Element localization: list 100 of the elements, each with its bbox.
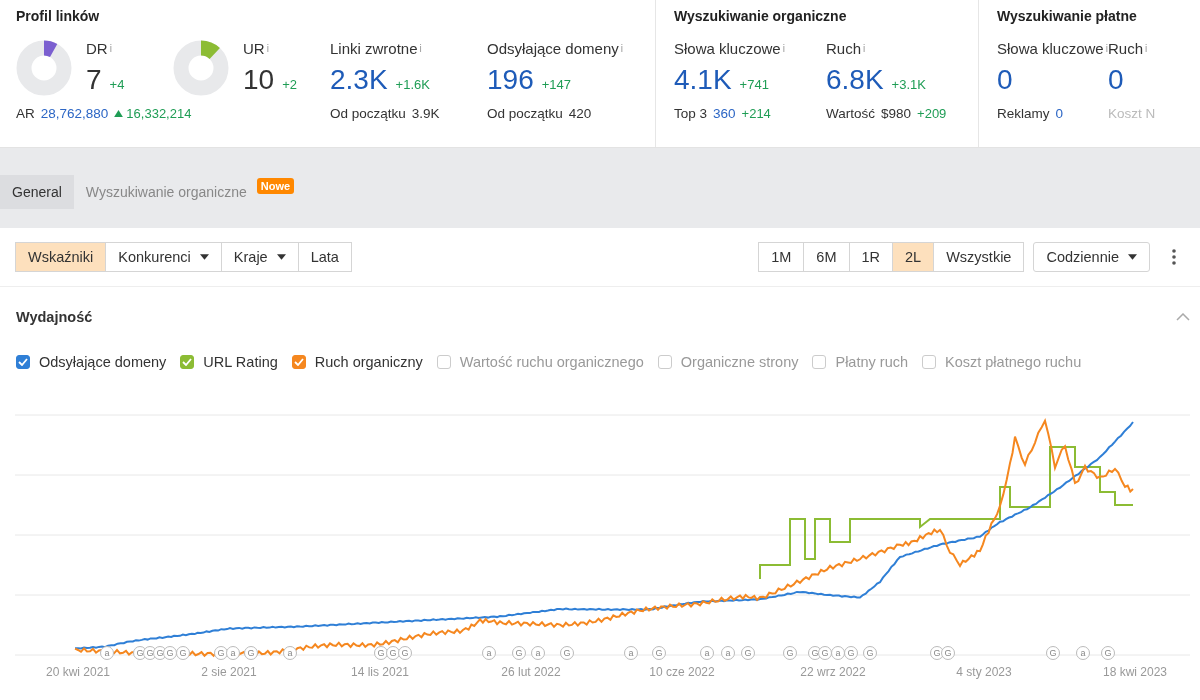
checkbox[interactable] (812, 355, 827, 369)
series-label[interactable]: Odsyłające domeny (39, 354, 167, 370)
metric-change: +1.6K (395, 77, 430, 92)
axis-label: 22 wrz 2022 (800, 665, 866, 679)
interval-dropdown[interactable]: Codziennie (1033, 242, 1150, 272)
event-marker[interactable]: a (1076, 646, 1090, 660)
info-mark[interactable]: i (782, 43, 785, 54)
sub-label: Od początku (330, 106, 406, 121)
metric-label: Słowa kluczowe (674, 40, 781, 57)
axis-label: 14 lis 2021 (351, 665, 409, 679)
event-marker[interactable]: G (1101, 646, 1115, 660)
event-marker[interactable]: G (560, 646, 574, 660)
event-marker[interactable]: G (163, 646, 177, 660)
checkbox[interactable] (922, 355, 936, 369)
tab[interactable]: Wyszukiwanie organiczne (73, 175, 259, 209)
sub-value: 420 (568, 106, 592, 121)
checkbox[interactable] (16, 355, 30, 369)
event-marker[interactable]: G (214, 646, 228, 660)
new-badge: Nowe (256, 177, 295, 194)
event-marker[interactable]: a (100, 646, 114, 660)
event-marker[interactable]: a (531, 646, 545, 660)
event-marker[interactable]: G (741, 646, 755, 660)
metric-change: +147 (541, 77, 571, 92)
info-mark[interactable]: i (419, 43, 422, 54)
sub-value[interactable]: 0 (1055, 106, 1064, 121)
metric-change: +4 (109, 77, 125, 92)
event-marker[interactable]: G (808, 646, 822, 660)
chevron-up-icon[interactable] (1176, 313, 1190, 321)
metric-value[interactable]: 196 (487, 64, 534, 96)
event-marker[interactable]: G (374, 646, 388, 660)
event-marker[interactable]: a (226, 646, 240, 660)
event-marker[interactable]: G (1046, 646, 1060, 660)
sub-value: 3.9K (411, 106, 440, 121)
sub-label: Reklamy (997, 106, 1050, 121)
event-marker[interactable]: G (941, 646, 955, 660)
event-marker[interactable]: a (831, 646, 845, 660)
more-icon[interactable] (1172, 249, 1176, 265)
event-marker[interactable]: G (652, 646, 666, 660)
metric-value[interactable]: 0 (997, 64, 1013, 96)
event-marker[interactable]: G (863, 646, 877, 660)
event-marker[interactable]: G (244, 646, 258, 660)
event-marker[interactable]: G (844, 646, 858, 660)
sub-change: 16,332,214 (126, 106, 192, 121)
axis-label: 10 cze 2022 (649, 665, 715, 679)
sub-change: +209 (917, 106, 947, 121)
metric-change: +2 (282, 77, 297, 92)
axis-label: 26 lut 2022 (501, 665, 561, 679)
event-marker[interactable]: a (283, 646, 297, 660)
event-marker[interactable]: G (143, 646, 157, 660)
series-label[interactable]: Wartość ruchu organicznego (459, 354, 644, 370)
period-button[interactable]: 1M (758, 242, 805, 272)
metric-label: UR (243, 40, 265, 57)
series-label[interactable]: Koszt płatnego ruchu (945, 354, 1082, 370)
checkbox[interactable] (657, 355, 672, 369)
info-mark[interactable]: i (109, 43, 112, 54)
sub-label: Koszt N (1107, 106, 1156, 121)
event-marker[interactable]: a (482, 646, 496, 660)
event-marker[interactable]: G (783, 646, 797, 660)
info-mark[interactable]: i (266, 43, 269, 54)
series-label[interactable]: Organiczne strony (680, 354, 799, 370)
checkbox[interactable] (180, 355, 195, 369)
period-button[interactable]: 1R (848, 242, 894, 272)
info-mark[interactable]: i (863, 43, 866, 54)
view-button[interactable]: Konkurenci (105, 242, 222, 272)
tab[interactable]: General (0, 175, 74, 209)
metric-change: +741 (739, 77, 769, 92)
period-button[interactable]: 2L (892, 242, 935, 272)
view-button[interactable]: Kraje (220, 242, 299, 272)
view-button[interactable]: Lata (297, 242, 352, 272)
series-label[interactable]: Ruch organiczny (314, 354, 423, 370)
metric-value[interactable]: 2.3K (330, 64, 388, 96)
section-title: Wyszukiwanie płatne (997, 8, 1138, 26)
event-marker[interactable]: G (398, 646, 412, 660)
sub-value[interactable]: 28,762,880 (40, 106, 109, 121)
info-mark[interactable]: i (1105, 43, 1108, 54)
event-marker[interactable]: G (930, 646, 944, 660)
event-marker[interactable]: G (818, 646, 832, 660)
period-button[interactable]: 6M (803, 242, 850, 272)
sub-value[interactable]: 360 (713, 106, 736, 121)
event-marker[interactable]: G (176, 646, 190, 660)
event-marker[interactable]: a (721, 646, 735, 660)
section-title: Wyszukiwanie organiczne (674, 8, 848, 26)
metric-value[interactable]: 4.1K (674, 64, 732, 96)
metric-value: 10 (243, 64, 275, 96)
caret-icon (1128, 254, 1137, 260)
event-marker[interactable]: G (133, 646, 147, 660)
event-marker[interactable]: G (153, 646, 167, 660)
event-marker[interactable]: G (512, 646, 526, 660)
info-mark[interactable]: i (620, 43, 623, 54)
event-marker[interactable]: G (386, 646, 400, 660)
view-button[interactable]: Wskaźniki (15, 242, 107, 272)
series-label[interactable]: URL Rating (203, 354, 278, 370)
checkbox[interactable] (436, 355, 451, 369)
event-marker[interactable]: a (700, 646, 714, 660)
checkbox[interactable] (291, 355, 306, 369)
metric-value[interactable]: 6.8K (826, 64, 884, 96)
event-marker[interactable]: a (624, 646, 638, 660)
series-label[interactable]: Płatny ruch (835, 354, 908, 370)
period-button[interactable]: Wszystkie (933, 242, 1025, 272)
metric-label: Linki zwrotne (330, 40, 418, 57)
